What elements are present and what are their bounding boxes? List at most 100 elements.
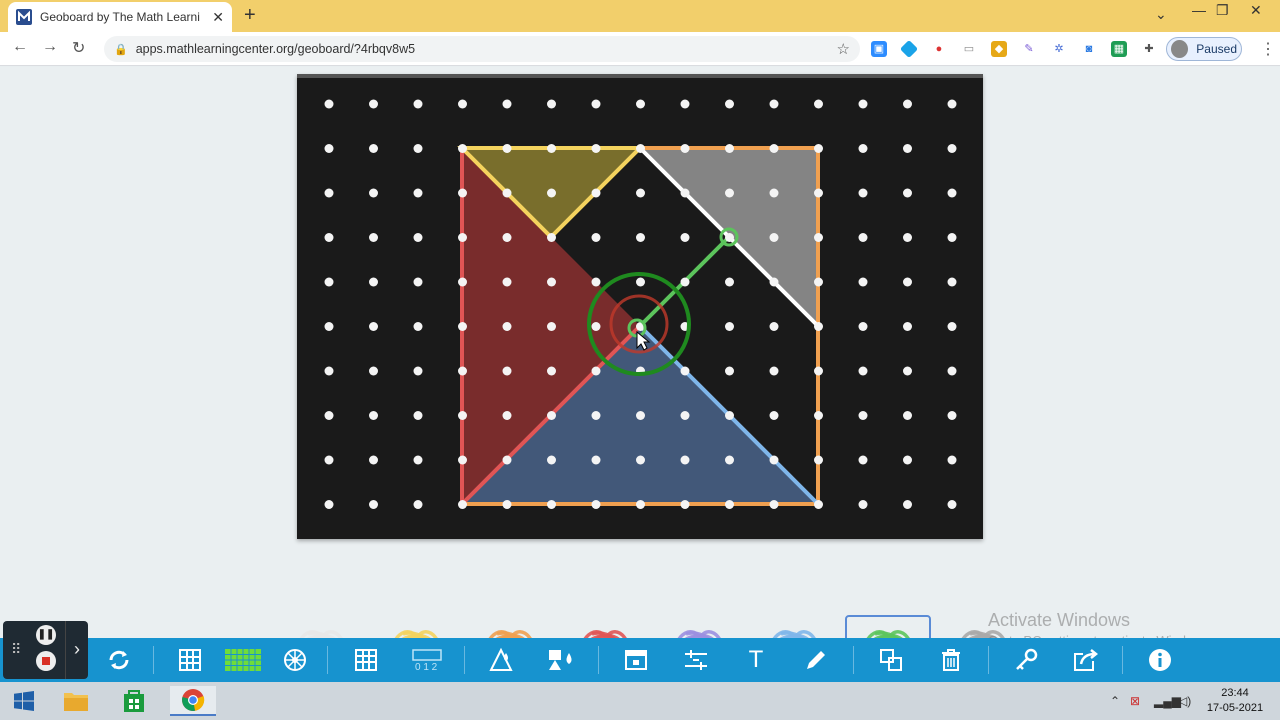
peg[interactable] — [636, 233, 645, 242]
peg[interactable] — [947, 455, 957, 465]
peg[interactable] — [591, 188, 601, 198]
peg[interactable] — [636, 188, 645, 198]
peg[interactable] — [680, 277, 690, 287]
close-window-icon[interactable]: ✕ — [1250, 2, 1262, 19]
peg[interactable] — [680, 233, 690, 242]
peg[interactable] — [458, 144, 467, 153]
bookmark-star-icon[interactable]: ☆ — [837, 40, 850, 58]
peg[interactable] — [547, 366, 556, 376]
peg[interactable] — [458, 500, 467, 509]
info-icon[interactable] — [1146, 646, 1174, 674]
key-icon[interactable] — [1012, 646, 1040, 674]
store-icon[interactable] — [116, 686, 152, 716]
peg[interactable] — [547, 233, 556, 242]
tray-volume-icon[interactable]: ◁) — [1178, 694, 1191, 708]
peg[interactable] — [725, 322, 734, 331]
peg[interactable] — [680, 411, 690, 420]
peg[interactable] — [858, 188, 868, 198]
drag-handle-icon[interactable]: ⠿ — [11, 641, 21, 658]
peg[interactable] — [769, 455, 779, 465]
peg[interactable] — [502, 366, 512, 376]
fill-icon[interactable] — [487, 646, 515, 674]
peg[interactable] — [458, 188, 467, 198]
forward-icon[interactable]: → — [42, 38, 58, 56]
circle-board-icon[interactable] — [281, 646, 309, 674]
tray-signal-icon[interactable]: ▂▄▆ — [1154, 694, 1181, 708]
back-icon[interactable]: ← — [12, 38, 28, 56]
peg[interactable] — [947, 99, 957, 109]
peg[interactable] — [769, 277, 779, 287]
taskbar-clock[interactable]: 23:44 17-05-2021 — [1200, 686, 1270, 716]
peg[interactable] — [769, 144, 779, 153]
peg[interactable] — [947, 500, 957, 509]
peg[interactable] — [680, 366, 690, 376]
browser-menu-icon[interactable]: ⋮ — [1260, 39, 1276, 59]
peg[interactable] — [547, 144, 556, 153]
peg[interactable] — [458, 99, 467, 109]
peg[interactable] — [591, 366, 601, 376]
peg[interactable] — [814, 144, 823, 153]
peg[interactable] — [725, 188, 734, 198]
peg[interactable] — [814, 277, 823, 287]
peg[interactable] — [903, 99, 912, 109]
tab-search-icon[interactable]: ⌄ — [1155, 6, 1167, 23]
peg[interactable] — [636, 99, 645, 109]
peg[interactable] — [858, 411, 868, 420]
peg[interactable] — [903, 322, 912, 331]
zoom-extension-icon[interactable]: ▣ — [871, 41, 887, 57]
peg[interactable] — [413, 144, 423, 153]
peg[interactable] — [324, 411, 334, 420]
dense-grid-icon[interactable] — [224, 646, 262, 674]
stop-recording-icon[interactable] — [36, 651, 56, 671]
table-icon[interactable] — [352, 646, 380, 674]
peg[interactable] — [680, 188, 690, 198]
peg[interactable] — [903, 455, 912, 465]
peg[interactable] — [947, 411, 957, 420]
peg[interactable] — [502, 277, 512, 287]
windows-start-icon[interactable] — [6, 686, 42, 716]
tray-network-warning-icon[interactable]: ⊠ — [1130, 694, 1140, 708]
peg[interactable] — [413, 188, 423, 198]
peg[interactable] — [502, 233, 512, 242]
peg[interactable] — [413, 455, 423, 465]
peg[interactable] — [502, 322, 512, 331]
peg[interactable] — [947, 322, 957, 331]
peg[interactable] — [413, 277, 423, 287]
peg[interactable] — [858, 500, 868, 509]
peg[interactable] — [369, 455, 378, 465]
peg[interactable] — [769, 322, 779, 331]
peg[interactable] — [324, 277, 334, 287]
peg[interactable] — [458, 277, 467, 287]
peg[interactable] — [369, 500, 378, 509]
minimize-icon[interactable]: — — [1192, 2, 1206, 18]
peg[interactable] — [903, 366, 912, 376]
peg[interactable] — [947, 277, 957, 287]
extension-screen-icon[interactable]: ▭ — [961, 41, 977, 57]
peg[interactable] — [369, 322, 378, 331]
reset-icon[interactable] — [105, 646, 133, 674]
screen-icon[interactable] — [622, 646, 650, 674]
peg[interactable] — [369, 233, 378, 242]
peg[interactable] — [413, 322, 423, 331]
peg[interactable] — [324, 99, 334, 109]
peg[interactable] — [413, 411, 423, 420]
browser-tab[interactable]: Geoboard by The Math Learning ✕ — [8, 2, 232, 32]
peg[interactable] — [413, 233, 423, 242]
peg[interactable] — [324, 322, 334, 331]
duplicate-icon[interactable] — [877, 646, 905, 674]
peg[interactable] — [725, 144, 734, 153]
reload-icon[interactable]: ↻ — [72, 38, 85, 58]
file-explorer-icon[interactable] — [58, 686, 94, 716]
peg[interactable] — [680, 144, 690, 153]
peg[interactable] — [814, 322, 823, 331]
peg[interactable] — [769, 99, 779, 109]
peg[interactable] — [769, 233, 779, 242]
grid-icon[interactable] — [176, 646, 204, 674]
peg[interactable] — [636, 455, 645, 465]
peg[interactable] — [502, 500, 512, 509]
peg[interactable] — [591, 277, 601, 287]
peg[interactable] — [458, 233, 467, 242]
peg[interactable] — [814, 233, 823, 242]
peg[interactable] — [725, 277, 734, 287]
peg[interactable] — [858, 99, 868, 109]
